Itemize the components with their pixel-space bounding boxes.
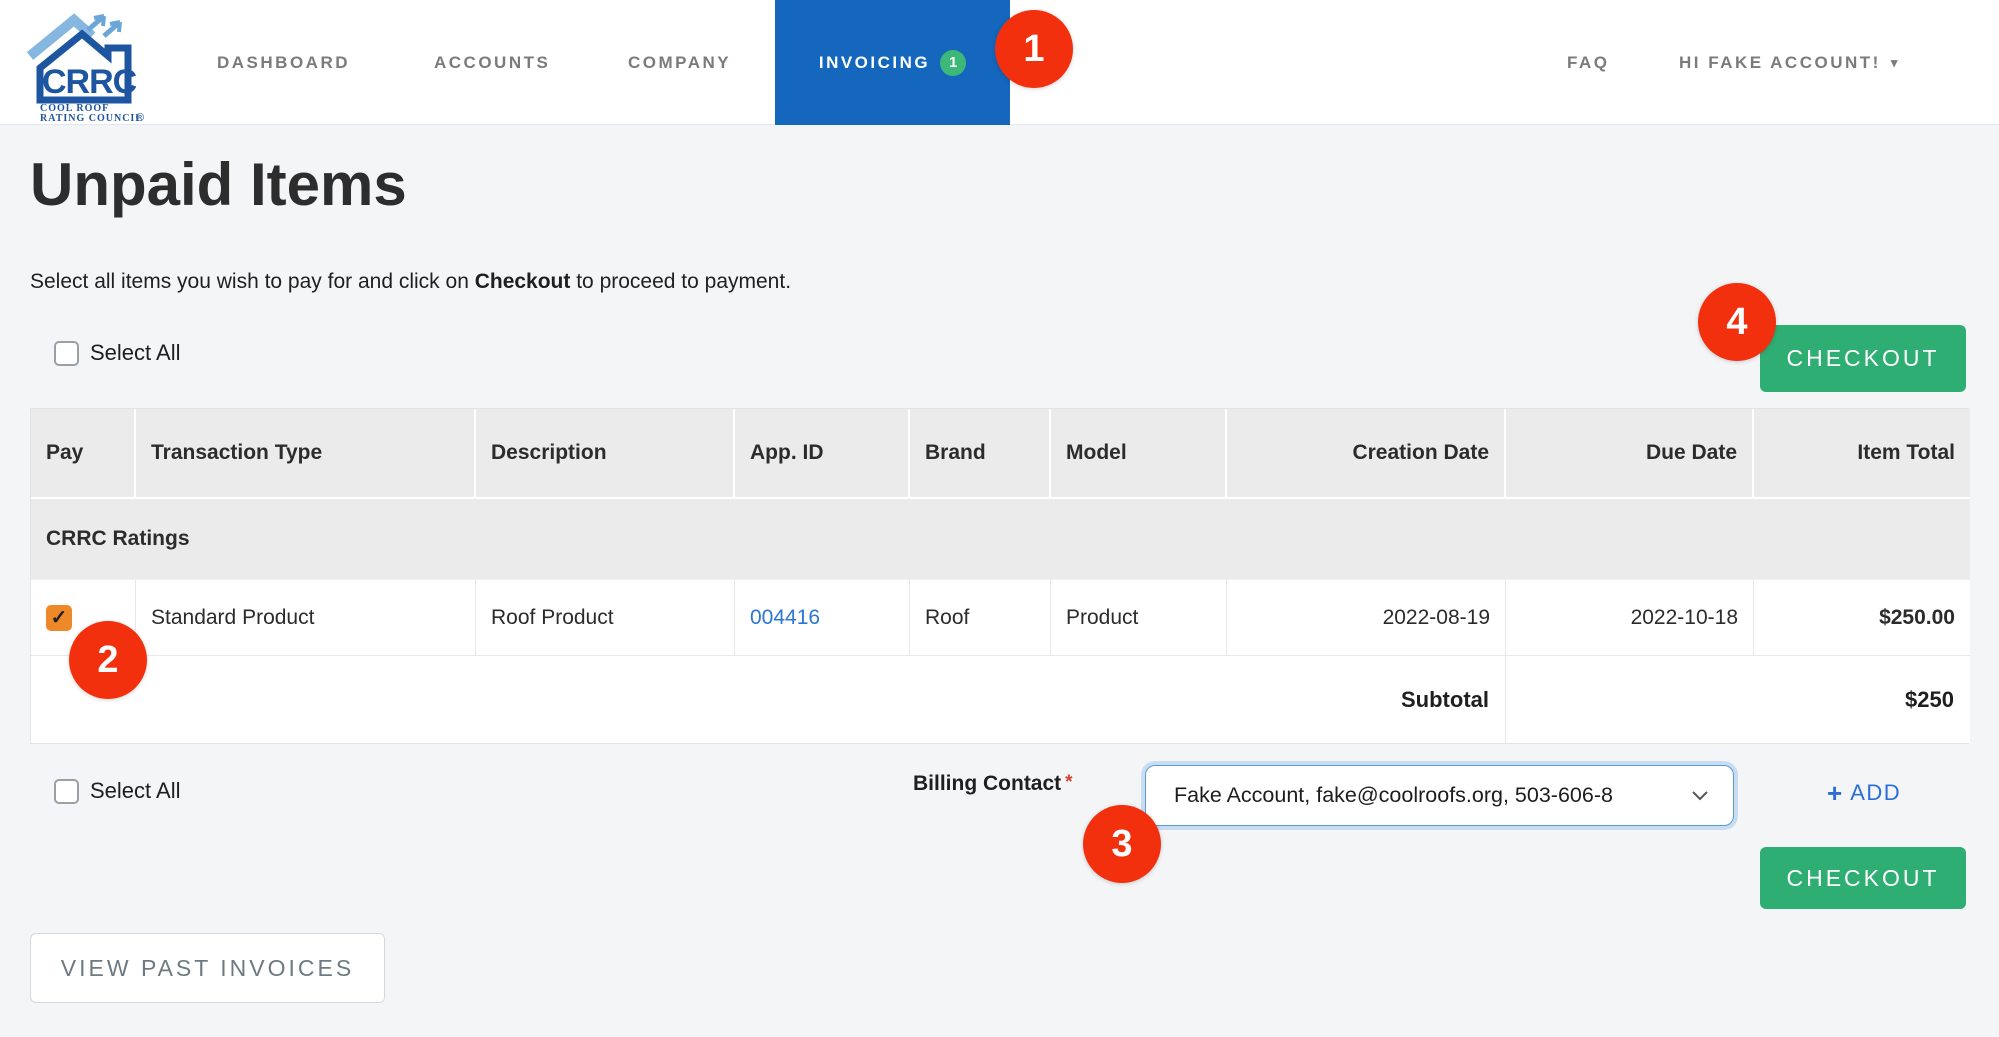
checkout-button-top[interactable]: CHECKOUT <box>1760 325 1966 392</box>
column-header-brand: Brand <box>910 409 1051 499</box>
billing-contact-label: Billing Contact* <box>913 772 1073 796</box>
column-header-description: Description <box>476 409 735 499</box>
checkmark-icon: ✓ <box>51 608 68 628</box>
add-button-label: ADD <box>1850 780 1901 806</box>
instructions-prefix: Select all items you wish to pay for and… <box>30 270 475 293</box>
instructions-suffix: to proceed to payment. <box>570 270 791 293</box>
nav-item-company[interactable]: COMPANY <box>628 0 731 125</box>
row-pay-checkbox-checked[interactable]: ✓ <box>46 605 72 631</box>
column-header-item-total: Item Total <box>1754 409 1970 499</box>
account-menu-label: HI FAKE ACCOUNT! <box>1679 53 1881 73</box>
nav-item-accounts[interactable]: ACCOUNTS <box>434 0 550 125</box>
column-header-transaction-type: Transaction Type <box>136 409 476 499</box>
row-app-id-cell: 004416 <box>735 579 910 656</box>
row-brand: Roof <box>910 579 1051 656</box>
row-model: Product <box>1051 579 1227 656</box>
nav-item-faq[interactable]: FAQ <box>1567 0 1609 125</box>
annotation-marker-3: 3 <box>1083 805 1161 883</box>
logo-acronym: CRRC <box>42 63 137 101</box>
logo-caption-2: RATING COUNCIL <box>40 113 143 122</box>
invoicing-count-badge: 1 <box>940 50 966 76</box>
billing-contact-select[interactable]: Fake Account, fake@coolroofs.org, 503-60… <box>1145 765 1734 826</box>
nav-item-dashboard[interactable]: DASHBOARD <box>217 0 350 125</box>
page-title: Unpaid Items <box>30 150 407 219</box>
view-past-invoices-button[interactable]: VIEW PAST INVOICES <box>30 933 385 1003</box>
row-description: Roof Product <box>476 579 735 656</box>
instructions-checkout-word: Checkout <box>475 270 571 293</box>
select-all-top-label: Select All <box>90 340 181 366</box>
plus-icon: + <box>1827 780 1842 806</box>
checkout-button-bottom[interactable]: CHECKOUT <box>1760 847 1966 909</box>
nav-item-invoicing-active[interactable]: INVOICING 1 <box>775 0 1010 125</box>
select-all-top-row: Select All <box>54 340 181 366</box>
add-billing-contact-button[interactable]: + ADD <box>1827 780 1901 806</box>
account-menu[interactable]: HI FAKE ACCOUNT! ▾ <box>1679 0 1900 125</box>
select-all-bottom-row: Select All <box>54 778 181 804</box>
chevron-down-icon: ▾ <box>1891 55 1900 71</box>
unpaid-items-table: Pay Transaction Type Description App. ID… <box>30 408 1969 744</box>
invoicing-tab-label: INVOICING <box>819 53 930 73</box>
column-header-due-date: Due Date <box>1506 409 1754 499</box>
subtotal-label: Subtotal <box>31 656 1506 743</box>
annotation-marker-1: 1 <box>995 10 1073 88</box>
row-transaction-type: Standard Product <box>136 579 476 656</box>
crrc-logo[interactable]: CRRC COOL ROOF RATING COUNCIL ® <box>24 6 154 122</box>
crrc-house-icon: CRRC COOL ROOF RATING COUNCIL ® <box>24 6 154 122</box>
select-all-top-checkbox[interactable] <box>54 341 79 366</box>
column-header-pay: Pay <box>31 409 136 499</box>
subtotal-value: $250 <box>1506 656 1970 743</box>
required-asterisk: * <box>1065 772 1072 793</box>
app-id-link[interactable]: 004416 <box>750 606 820 630</box>
select-all-bottom-checkbox[interactable] <box>54 779 79 804</box>
page-root: CRRC COOL ROOF RATING COUNCIL ® DASHBOAR… <box>0 0 1999 1037</box>
annotation-marker-2: 2 <box>69 621 147 699</box>
column-header-model: Model <box>1051 409 1227 499</box>
column-header-creation-date: Creation Date <box>1227 409 1506 499</box>
billing-contact-selected-value: Fake Account, fake@coolroofs.org, 503-60… <box>1174 783 1691 808</box>
billing-contact-label-text: Billing Contact <box>913 772 1061 795</box>
instructions-text: Select all items you wish to pay for and… <box>30 270 791 294</box>
table-section-crrc-ratings: CRRC Ratings <box>31 499 1970 579</box>
select-chevron-down-icon <box>1691 790 1709 801</box>
row-item-total: $250.00 <box>1754 579 1970 656</box>
row-creation-date: 2022-08-19 <box>1227 579 1506 656</box>
row-due-date: 2022-10-18 <box>1506 579 1754 656</box>
column-header-app-id: App. ID <box>735 409 910 499</box>
annotation-marker-4: 4 <box>1698 283 1776 361</box>
select-all-bottom-label: Select All <box>90 778 181 804</box>
registered-trademark-icon: ® <box>136 112 144 122</box>
